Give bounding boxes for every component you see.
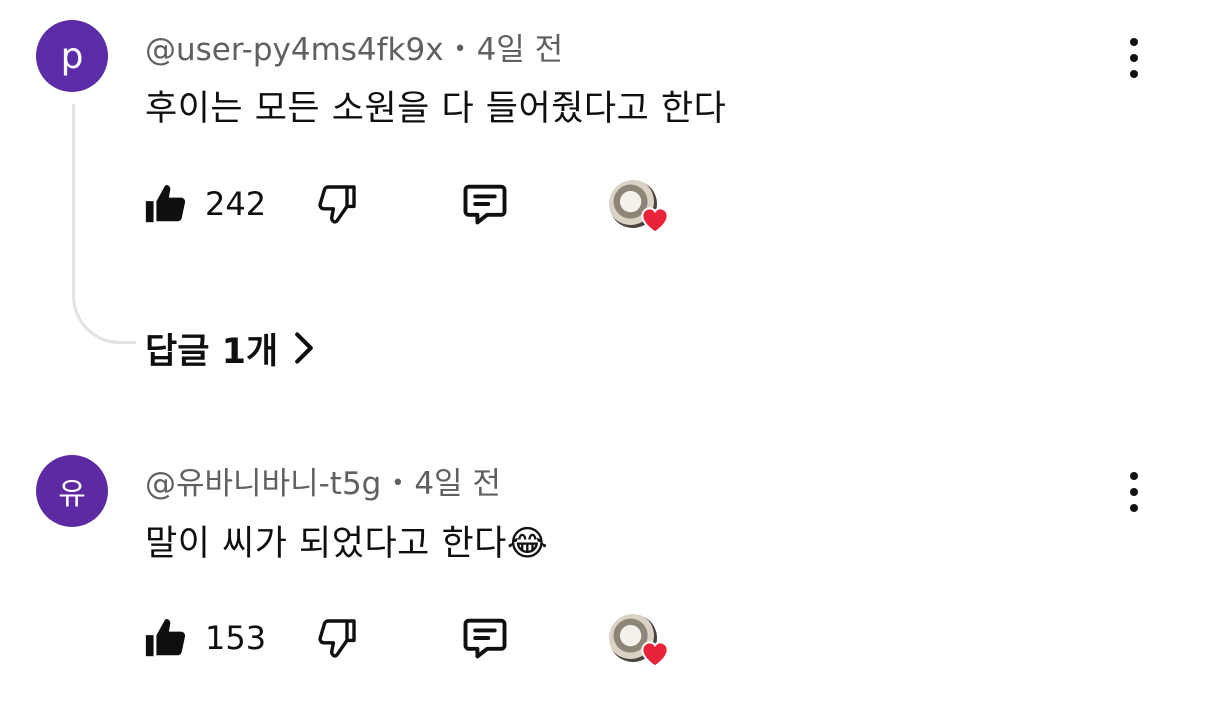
separator-dot: • xyxy=(391,471,405,496)
like-count: 242 xyxy=(205,185,267,223)
thumbs-down-icon xyxy=(318,619,356,658)
thumbs-up-icon xyxy=(145,184,186,223)
comment-icon xyxy=(463,184,507,225)
timestamp[interactable]: 4일 전 xyxy=(477,32,564,68)
separator-dot: • xyxy=(453,37,467,62)
avatar[interactable]: p xyxy=(36,20,108,92)
kebab-menu-icon[interactable] xyxy=(1120,470,1148,514)
thumbs-down-icon xyxy=(318,185,356,224)
dislike-button[interactable] xyxy=(313,176,361,232)
view-replies-button[interactable]: 답글 1개 xyxy=(145,322,316,374)
kebab-menu-icon[interactable] xyxy=(1120,36,1148,80)
laughing-emoji: 😂 xyxy=(506,524,549,564)
like-count: 153 xyxy=(205,619,267,657)
replies-label: 답글 1개 xyxy=(145,331,279,372)
creator-heart-icon xyxy=(609,614,673,670)
thread-line xyxy=(72,104,136,344)
heart-icon xyxy=(641,641,669,668)
chevron-right-icon xyxy=(295,332,313,364)
dislike-button[interactable] xyxy=(313,610,361,666)
author-name[interactable]: @유바니바니-t5g xyxy=(145,466,381,502)
reply-button[interactable] xyxy=(459,610,511,666)
comment-meta: @user-py4ms4fk9x • 4일 전 xyxy=(145,24,563,69)
comment-icon xyxy=(463,618,507,659)
creator-heart-icon xyxy=(609,180,673,236)
author-name[interactable]: @user-py4ms4fk9x xyxy=(145,32,444,68)
like-button[interactable]: 242 xyxy=(143,176,266,232)
thumbs-up-icon xyxy=(145,618,186,657)
like-button[interactable]: 153 xyxy=(143,610,266,666)
comment-text: 말이 씨가 되었다고 한다😂 xyxy=(145,515,548,566)
timestamp[interactable]: 4일 전 xyxy=(414,466,501,502)
comment-actions: 242 xyxy=(143,176,703,234)
comment-text-body: 말이 씨가 되었다고 한다 xyxy=(145,524,507,564)
comment-text: 후이는 모든 소원을 다 들어줬다고 한다 xyxy=(145,89,727,129)
avatar[interactable]: 유 xyxy=(36,455,108,527)
heart-icon xyxy=(641,207,669,234)
comment-meta: @유바니바니-t5g • 4일 전 xyxy=(145,458,501,503)
comment-actions: 153 xyxy=(143,610,703,668)
reply-button[interactable] xyxy=(459,176,511,232)
